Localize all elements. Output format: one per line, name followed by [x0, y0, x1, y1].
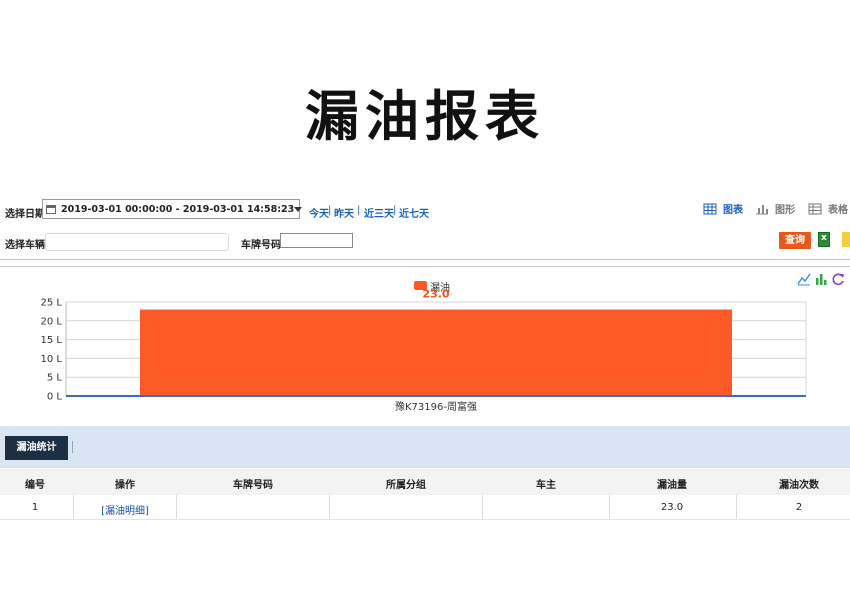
quick-separator: |	[357, 205, 361, 216]
table-icon	[808, 203, 822, 214]
export-excel-icon[interactable]	[818, 232, 830, 247]
bar-chart-icon	[756, 204, 768, 214]
bar-data-label: 23.0	[422, 288, 449, 301]
divider	[0, 266, 850, 267]
date-range-select[interactable]: 2019-03-01 00:00:00 - 2019-03-01 14:58:2…	[42, 199, 303, 219]
plate-input[interactable]	[280, 233, 353, 248]
date-range-value: 2019-03-01 00:00:00 - 2019-03-01 14:58:2…	[61, 203, 295, 215]
quick-last-three-days[interactable]: 近三天	[364, 205, 394, 220]
quick-today[interactable]: 今天	[309, 205, 329, 220]
column-header-group: 所属分组	[386, 480, 426, 491]
grid-chart-icon	[703, 203, 717, 214]
cell-border	[176, 495, 177, 519]
tab-bar	[0, 426, 850, 468]
chart-bar[interactable]	[140, 309, 732, 396]
y-tick-label: 5 L	[47, 373, 63, 384]
export-icon[interactable]	[842, 232, 850, 247]
cell-border	[329, 495, 330, 519]
row-divider	[0, 519, 850, 520]
column-header-count: 漏油次数	[779, 480, 819, 491]
y-tick-label: 0 L	[47, 392, 63, 403]
quick-separator: |	[393, 205, 397, 216]
y-tick-label: 20 L	[41, 316, 63, 327]
tab-leak-stats[interactable]: 漏油统计	[5, 436, 68, 460]
view-tab-graph-label: 图形	[775, 205, 795, 216]
cell-border	[609, 495, 610, 519]
cell-border	[736, 495, 737, 519]
y-tick-label: 10 L	[41, 354, 63, 365]
cell-no: 1	[31, 502, 39, 513]
y-tick-label: 25 L	[41, 298, 63, 309]
divider	[0, 259, 850, 260]
page-title: 漏油报表	[305, 84, 545, 148]
view-tab-graph[interactable]: 图形	[755, 201, 795, 216]
view-tab-chart-table-label: 图表	[723, 205, 743, 216]
query-button[interactable]: 查询	[779, 232, 811, 249]
cell-border	[73, 495, 74, 519]
leak-bar-chart: 0 L 5 L 10 L 15 L 20 L 25 L 23.0 豫K73196-周富强	[41, 288, 807, 413]
calendar-icon	[46, 204, 56, 214]
view-tab-table-label: 表格	[828, 205, 848, 216]
x-tick-label: 豫K73196-周富强	[395, 400, 477, 413]
view-tab-table[interactable]: 表格	[808, 201, 848, 216]
y-tick-label: 15 L	[41, 335, 63, 346]
vehicle-input[interactable]	[45, 233, 229, 251]
column-header-action: 操作	[115, 480, 135, 491]
view-tab-chart-table[interactable]: 图表	[703, 201, 743, 216]
column-header-plate: 车牌号码	[233, 480, 273, 491]
cell-amount: 23.0	[660, 502, 684, 513]
plate-label: 车牌号码	[241, 240, 281, 251]
date-label: 选择日期	[5, 209, 45, 220]
vehicle-label: 选择车辆	[5, 240, 45, 251]
tab-separator	[72, 441, 73, 453]
quick-yesterday[interactable]: 昨天	[334, 205, 354, 220]
quick-separator: |	[328, 205, 332, 216]
dropdown-arrow-icon[interactable]	[294, 206, 303, 212]
cell-border	[482, 495, 483, 519]
column-header-amount: 漏油量	[657, 480, 687, 491]
quick-last-seven-days[interactable]: 近七天	[399, 205, 429, 220]
column-header-no: 编号	[25, 480, 45, 491]
cell-count: 2	[795, 502, 803, 513]
leak-detail-link[interactable]: [漏油明细]	[101, 502, 149, 517]
column-header-owner: 车主	[536, 480, 556, 491]
